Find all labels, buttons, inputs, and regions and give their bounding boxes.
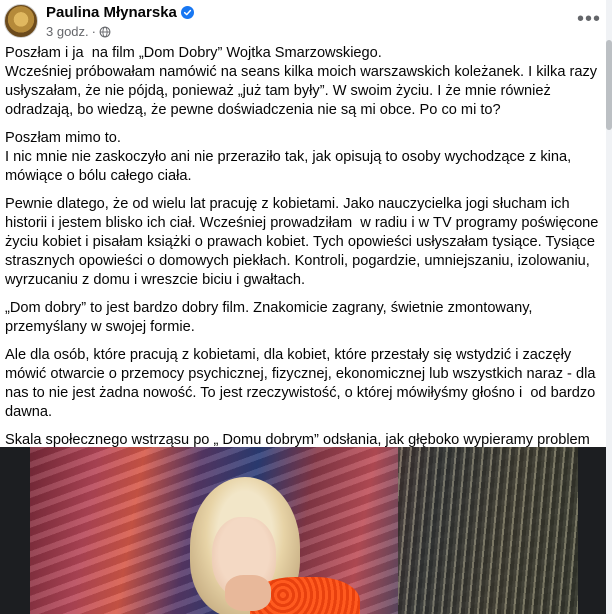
scrollbar-thumb[interactable] xyxy=(606,40,612,130)
author-name[interactable]: Paulina Młynarska xyxy=(46,4,177,21)
more-options-icon[interactable]: ••• xyxy=(576,6,602,32)
person-hand xyxy=(225,575,271,611)
post-photo[interactable] xyxy=(0,447,612,614)
foliage-background xyxy=(398,447,578,614)
post-paragraph: Poszłam i ja na film „Dom Dobry” Wojtka … xyxy=(5,45,598,118)
separator-dot: · xyxy=(91,24,96,39)
post-timestamp[interactable]: 3 godz. xyxy=(46,24,89,39)
author-row: Paulina Młynarska xyxy=(46,4,194,21)
post-paragraph: Poszłam mimo to. I nic mnie nie zaskoczy… xyxy=(5,130,572,184)
post-paragraph: Ale dla osób, które pracują z kobietami,… xyxy=(5,347,600,420)
post-header: Paulina Młynarska 3 godz. · ••• xyxy=(0,0,612,44)
scrollbar[interactable] xyxy=(606,0,612,614)
verified-badge-icon xyxy=(180,6,194,19)
post-paragraph: „Dom dobry” to jest bardzo dobry film. Z… xyxy=(5,300,537,335)
globe-icon[interactable] xyxy=(99,26,111,38)
post-meta: 3 godz. · xyxy=(46,24,111,39)
post-paragraph: Pewnie dlatego, że od wielu lat pracuję … xyxy=(5,196,603,288)
facebook-post: Paulina Młynarska 3 godz. · ••• Poszłam … xyxy=(0,0,612,614)
avatar[interactable] xyxy=(4,4,38,38)
